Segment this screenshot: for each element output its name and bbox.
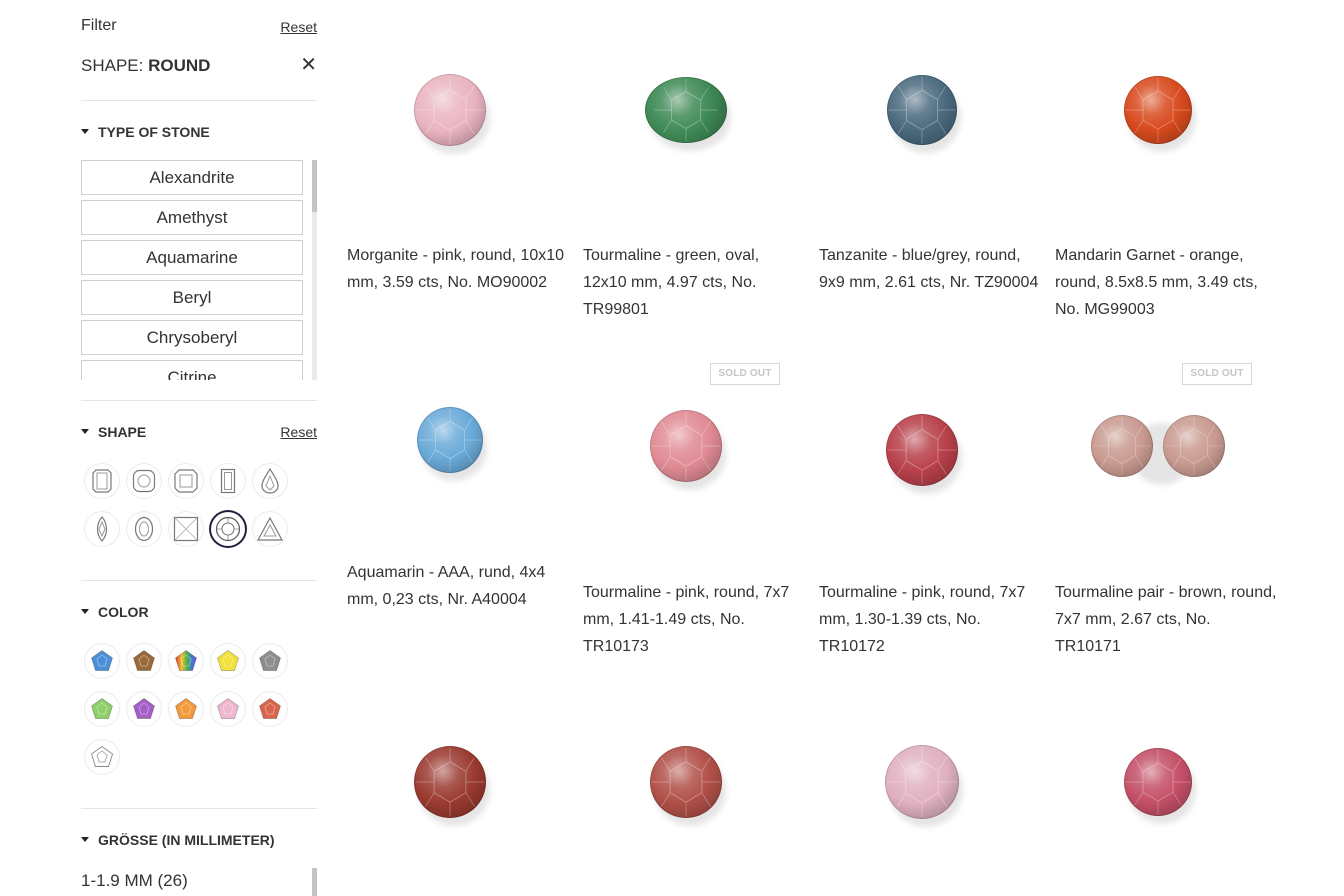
marquise-cut-icon[interactable]	[85, 512, 119, 546]
stone-item-amethyst[interactable]: Amethyst	[81, 200, 303, 235]
color-swatch-red-icon[interactable]	[253, 692, 287, 726]
product-image[interactable]	[1163, 415, 1225, 477]
size-item-1-1.9mm[interactable]: 1-1.9 MM (26)	[81, 871, 188, 891]
color-swatch-brown-icon[interactable]	[127, 644, 161, 678]
product-name[interactable]: Tanzanite - blue/grey, round, 9x9 mm, 2.…	[819, 242, 1041, 296]
trillion-cut-icon[interactable]	[253, 512, 287, 546]
active-filter-value: ROUND	[148, 56, 211, 75]
divider	[81, 100, 317, 101]
product-name[interactable]: Aquamarin - AAA, rund, 4x4 mm, 0,23 cts,…	[347, 559, 569, 613]
product-image[interactable]	[887, 75, 957, 145]
type-of-stone-header[interactable]: TYPE OF STONE	[81, 124, 317, 142]
caret-down-icon	[81, 428, 89, 434]
product-name[interactable]: Tourmaline pair - brown, round, 7x7 mm, …	[1055, 579, 1277, 660]
product-name[interactable]: Mandarin Garnet - orange, round, 8.5x8.5…	[1055, 242, 1277, 323]
product-name[interactable]: Tourmaline - green, oval, 12x10 mm, 4.97…	[583, 242, 805, 323]
color-swatch-blue-icon[interactable]	[85, 644, 119, 678]
close-icon[interactable]: ✕	[300, 55, 317, 75]
product-image[interactable]	[650, 410, 722, 482]
product-image[interactable]	[886, 414, 958, 486]
size-heading: GRÖSSE (IN MILLIMETER)	[98, 832, 275, 848]
caret-down-icon	[81, 128, 89, 134]
stone-item-citrine[interactable]: Citrine	[81, 360, 303, 380]
filter-title: Filter	[81, 17, 117, 34]
cushion-cut-icon[interactable]	[127, 464, 161, 498]
type-of-stone-heading: TYPE OF STONE	[98, 124, 210, 140]
size-header[interactable]: GRÖSSE (IN MILLIMETER)	[81, 832, 317, 850]
product-name[interactable]: Tourmaline - pink, round, 7x7 mm, 1.41-1…	[583, 579, 805, 660]
active-filter-label: SHAPE:	[81, 56, 149, 75]
caret-down-icon	[81, 836, 89, 842]
color-swatch-grey-icon[interactable]	[253, 644, 287, 678]
shape-header[interactable]: SHAPE Reset	[81, 424, 317, 442]
product-image[interactable]	[885, 745, 959, 819]
stone-type-list: Alexandrite Amethyst Aquamarine Beryl Ch…	[81, 160, 317, 380]
color-header[interactable]: COLOR	[81, 604, 317, 622]
color-swatch-multicolor-icon[interactable]	[169, 644, 203, 678]
product-image[interactable]	[1124, 748, 1192, 816]
stone-item-aquamarine[interactable]: Aquamarine	[81, 240, 303, 275]
filter-header: Filter Reset	[81, 16, 317, 36]
color-swatch-violet-icon[interactable]	[127, 692, 161, 726]
stone-item-beryl[interactable]: Beryl	[81, 280, 303, 315]
product-image[interactable]	[650, 746, 722, 818]
stone-list-scroll-thumb[interactable]	[312, 160, 317, 212]
emerald-cut-icon[interactable]	[85, 464, 119, 498]
size-list-scrollbar[interactable]	[312, 868, 317, 896]
product-image[interactable]	[417, 407, 483, 473]
color-swatch-green-icon[interactable]	[85, 692, 119, 726]
divider	[81, 400, 317, 401]
product-image[interactable]	[414, 746, 486, 818]
product-name[interactable]: Tourmaline - pink, round, 7x7 mm, 1.30-1…	[819, 579, 1041, 660]
sold-out-badge: SOLD OUT	[1182, 363, 1252, 385]
product-image[interactable]	[1091, 415, 1153, 477]
round-cut-icon[interactable]	[211, 512, 245, 546]
product-image[interactable]	[414, 74, 486, 146]
divider	[81, 580, 317, 581]
princess-cut-icon[interactable]	[169, 512, 203, 546]
shape-reset-link[interactable]: Reset	[280, 424, 317, 440]
caret-down-icon	[81, 608, 89, 614]
oval-cut-icon[interactable]	[127, 512, 161, 546]
color-heading: COLOR	[98, 604, 149, 620]
color-swatch-yellow-icon[interactable]	[211, 644, 245, 678]
sold-out-badge: SOLD OUT	[710, 363, 780, 385]
pear-cut-icon[interactable]	[253, 464, 287, 498]
divider	[81, 808, 317, 809]
color-swatch-orange-icon[interactable]	[169, 692, 203, 726]
stone-item-alexandrite[interactable]: Alexandrite	[81, 160, 303, 195]
product-name[interactable]: Morganite - pink, round, 10x10 mm, 3.59 …	[347, 242, 569, 296]
shape-heading: SHAPE	[98, 424, 147, 440]
color-swatch-white-icon[interactable]	[85, 740, 119, 774]
filter-sidebar: Filter Reset SHAPE: ROUND ✕ TYPE OF STON…	[81, 0, 317, 896]
product-image[interactable]	[1124, 76, 1192, 144]
color-swatch-pink-icon[interactable]	[211, 692, 245, 726]
product-image[interactable]	[645, 77, 727, 143]
asscher-cut-icon[interactable]	[169, 464, 203, 498]
active-shape-filter: SHAPE: ROUND ✕	[81, 55, 317, 78]
stone-item-chrysoberyl[interactable]: Chrysoberyl	[81, 320, 303, 355]
filter-reset-link[interactable]: Reset	[280, 19, 317, 35]
baguette-cut-icon[interactable]	[211, 464, 245, 498]
